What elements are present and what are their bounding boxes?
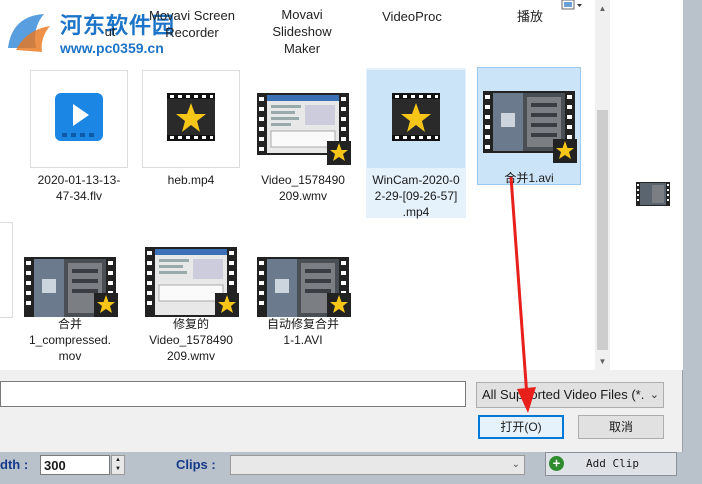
video-film-icon bbox=[257, 93, 351, 165]
movie-star-icon bbox=[167, 93, 215, 141]
add-icon: + bbox=[549, 456, 564, 471]
file-thumbnail bbox=[142, 70, 240, 168]
movie-star-icon bbox=[392, 93, 440, 141]
vertical-scrollbar[interactable]: ▲ ▼ bbox=[595, 0, 610, 370]
preview-film-icon bbox=[636, 182, 670, 206]
filename-input[interactable] bbox=[0, 381, 466, 407]
file-item[interactable]: 修复的 Video_1578490 209.wmv bbox=[142, 220, 240, 364]
chevron-down-icon: ⌄ bbox=[649, 389, 659, 401]
video-film-icon bbox=[257, 257, 351, 319]
file-name: heb.mp4 bbox=[167, 173, 215, 187]
scroll-down-icon[interactable]: ▼ bbox=[595, 353, 610, 370]
video-film-icon bbox=[483, 91, 577, 163]
file-item[interactable]: Video_1578490 209.wmv bbox=[254, 70, 352, 204]
file-item[interactable]: 合并 1_compressed. mov bbox=[16, 220, 124, 364]
watermark-url: www.pc0359.cn bbox=[60, 40, 164, 56]
top-caption-videoproc[interactable]: VideoProc bbox=[362, 8, 462, 25]
play-video-icon bbox=[55, 93, 103, 141]
file-item-selected-active[interactable]: 合并1.avi bbox=[477, 67, 581, 185]
file-thumbnail bbox=[21, 220, 119, 319]
file-thumbnail bbox=[367, 70, 465, 168]
view-mode-icon[interactable] bbox=[561, 0, 583, 14]
open-file-dialog: 河东软件园 www.pc0359.cn ut Movavi Screen Rec… bbox=[0, 0, 683, 452]
file-item-selected[interactable]: WinCam-2020-0 2-29-[09-26-57] .mp4 bbox=[366, 68, 466, 219]
add-clip-button[interactable]: + Add Clip bbox=[545, 452, 677, 476]
file-name: 合并 1_compressed. mov bbox=[28, 317, 112, 363]
file-name: WinCam-2020-0 2-29-[09-26-57] .mp4 bbox=[372, 173, 460, 219]
file-thumbnail bbox=[254, 220, 352, 319]
file-thumbnail bbox=[480, 68, 578, 166]
video-film-icon bbox=[145, 247, 239, 317]
clips-label: Clips : bbox=[176, 457, 216, 472]
scroll-thumb[interactable] bbox=[597, 110, 608, 350]
width-input[interactable]: 300 bbox=[40, 455, 110, 475]
width-label: dth : bbox=[0, 457, 29, 472]
file-item[interactable]: 自动修复合并 1-1.AVI bbox=[254, 220, 352, 348]
file-name: 2020-01-13-13- 47-34.flv bbox=[37, 173, 121, 203]
file-type-select[interactable]: All Supported Video Files (*. ⌄ bbox=[476, 382, 664, 408]
top-caption-movavi-slideshow[interactable]: Movavi Slideshow Maker bbox=[252, 6, 352, 57]
app-toolbar: dth : 300 ▲ ▼ Clips : ⌄ + Add Clip bbox=[0, 452, 702, 484]
scroll-up-icon[interactable]: ▲ bbox=[595, 0, 610, 17]
clips-select[interactable]: ⌄ bbox=[230, 455, 525, 475]
file-list-pane[interactable]: 河东软件园 www.pc0359.cn ut Movavi Screen Rec… bbox=[0, 0, 595, 370]
open-button[interactable]: 打开(O) bbox=[478, 415, 564, 439]
file-name: 自动修复合并 1-1.AVI bbox=[266, 317, 339, 347]
watermark-logo bbox=[8, 14, 50, 52]
width-stepper[interactable]: ▲ ▼ bbox=[111, 455, 125, 475]
file-type-value: All Supported Video Files (*. bbox=[482, 387, 645, 402]
file-item[interactable]: heb.mp4 bbox=[142, 70, 240, 188]
file-name: Video_1578490 209.wmv bbox=[261, 173, 345, 203]
file-name: 合并1.avi bbox=[504, 171, 554, 185]
file-thumbnail bbox=[254, 70, 352, 168]
file-name: 修复的 Video_1578490 209.wmv bbox=[149, 317, 233, 363]
video-film-icon bbox=[24, 257, 118, 319]
cancel-button[interactable]: 取消 bbox=[578, 415, 664, 439]
partial-file-item bbox=[0, 222, 13, 318]
top-caption-movavi-screen[interactable]: Movavi Screen Recorder bbox=[142, 7, 242, 41]
chevron-down-icon: ⌄ bbox=[511, 459, 520, 470]
file-thumbnail bbox=[142, 220, 240, 318]
add-clip-label: Add Clip bbox=[586, 457, 639, 470]
file-thumbnail bbox=[30, 70, 128, 168]
file-item[interactable]: 2020-01-13-13- 47-34.flv bbox=[30, 70, 128, 204]
